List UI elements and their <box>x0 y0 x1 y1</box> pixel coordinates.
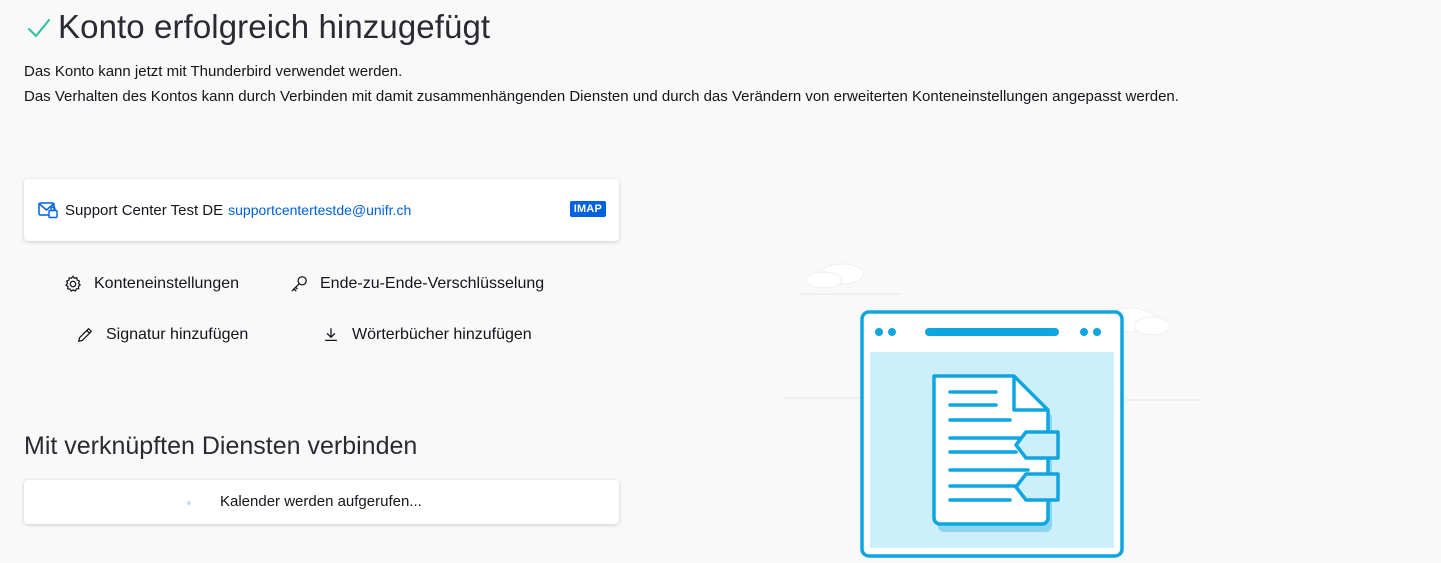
download-icon <box>324 328 338 342</box>
success-header: Konto erfolgreich hinzugefügt <box>26 6 490 48</box>
account-name: Support Center Test DE <box>65 201 224 219</box>
linked-services-title: Mit verknüpften Diensten verbinden <box>24 432 418 460</box>
document-window-illustration <box>784 263 1200 558</box>
mail-lock-icon <box>38 202 58 219</box>
account-settings-button[interactable]: Konteneinstellungen <box>64 275 239 293</box>
calendar-status-label: Kalender werden aufgerufen... <box>220 493 422 510</box>
account-settings-label: Konteneinstellungen <box>94 275 240 292</box>
e2e-encryption-label: Ende-zu-Ende-Verschlüsselung <box>320 275 545 292</box>
account-card: Support Center Test DE supportcentertest… <box>24 179 619 241</box>
protocol-badge: IMAP <box>569 201 606 217</box>
account-email: supportcentertestde@unifr.ch <box>228 202 412 218</box>
key-icon <box>291 276 307 292</box>
loading-spinner-icon <box>187 501 191 505</box>
calendar-status-card: Kalender werden aufgerufen... <box>24 480 619 524</box>
e2e-encryption-button[interactable]: Ende-zu-Ende-Verschlüsselung <box>290 275 544 293</box>
add-dictionaries-button[interactable]: Wörterbücher hinzufügen <box>322 326 532 344</box>
gear-icon <box>65 275 81 292</box>
add-signature-button[interactable]: Signatur hinzufügen <box>76 326 248 344</box>
pencil-icon <box>78 328 92 342</box>
checkmark-icon <box>28 19 50 37</box>
page-title: Konto erfolgreich hinzugefügt <box>58 8 491 45</box>
description-line-1: Das Konto kann jetzt mit Thunderbird ver… <box>24 63 403 80</box>
description-line-2: Das Verhalten des Kontos kann durch Verb… <box>24 88 1179 105</box>
add-signature-label: Signatur hinzufügen <box>106 326 249 343</box>
add-dictionaries-label: Wörterbücher hinzufügen <box>352 326 532 343</box>
